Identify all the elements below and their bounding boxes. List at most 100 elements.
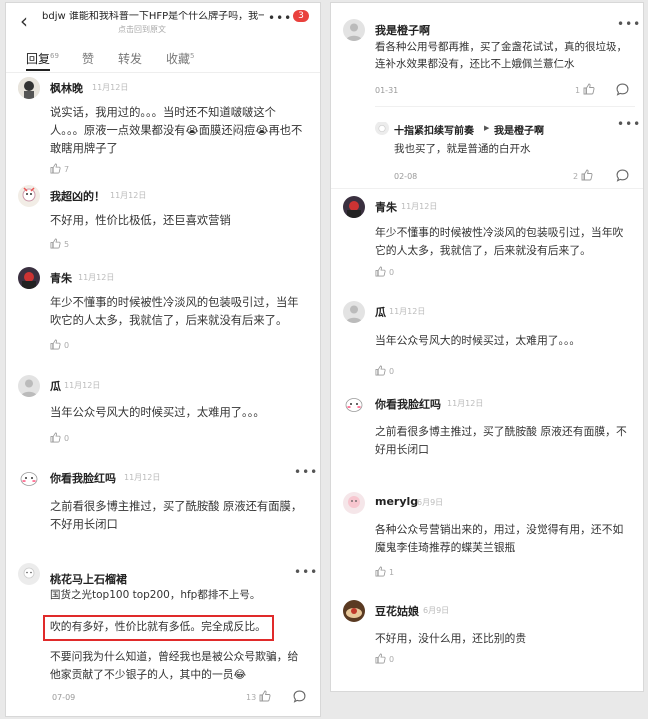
username[interactable]: merylg xyxy=(375,495,418,508)
username[interactable]: 你看我脸红吗 xyxy=(50,470,116,486)
avatar[interactable] xyxy=(18,467,40,489)
back-to-post-link[interactable]: 点击回到原文 xyxy=(118,24,166,35)
thumbs-up-icon xyxy=(375,266,386,277)
comment-text: 年少不懂事的时候被性冷淡风的包装吸引过，当年吹它的人太多，我就信了，后来就没有后… xyxy=(375,226,624,257)
username[interactable]: 豆花姑娘 xyxy=(375,603,419,619)
comment-date: 11月12日 xyxy=(401,202,438,211)
comment-date: 11月12日 xyxy=(78,273,115,282)
top-bar: ‹ bdjw 谁能和我科普一下HFP是个什么牌子吗，我一度... 点击回到原文 … xyxy=(6,3,320,41)
comment-date: 11月12日 xyxy=(389,307,426,316)
comment-bubble-icon[interactable] xyxy=(616,169,629,182)
notification-badge: 3 xyxy=(293,10,309,22)
username[interactable]: 枫林晚 xyxy=(50,80,83,96)
avatar[interactable] xyxy=(343,492,365,514)
reply-arrow-icon: ▶ xyxy=(484,124,490,132)
like-button[interactable]: 7 xyxy=(50,163,69,174)
avatar[interactable] xyxy=(18,77,40,99)
comment-date: 07-09 xyxy=(52,693,76,702)
avatar[interactable] xyxy=(18,375,40,397)
right-comment-screen: 我是橙子啊 ••• 看各种公用号都再推，买了金盏花试试，真的很垃圾，连补水效果都… xyxy=(331,3,643,691)
comment-date: 6月9日 xyxy=(417,498,444,507)
thumbs-up-icon xyxy=(50,339,61,350)
tab-reposts[interactable]: 转发 xyxy=(118,50,142,67)
tab-bar: 回复69 赞 转发 收藏5 xyxy=(6,44,320,73)
avatar[interactable] xyxy=(375,121,389,135)
thumbs-up-icon xyxy=(50,163,61,174)
username[interactable]: 瓜 xyxy=(375,304,386,320)
highlighted-text: 吹的有多好，性价比就有多低。完全成反比。 xyxy=(50,620,266,633)
avatar[interactable] xyxy=(18,185,40,207)
username[interactable]: 青朱 xyxy=(375,199,397,215)
comment-text-line: 不要问我为什么知道，曾经我也是被公众号欺骗，给他家贡献了不少银子的人，其中的一员… xyxy=(50,650,299,681)
thumbs-up-icon xyxy=(50,238,61,249)
more-dots-icon[interactable]: ••• xyxy=(294,565,318,579)
active-tab-indicator xyxy=(26,69,50,71)
left-comment-screen: ‹ bdjw 谁能和我科普一下HFP是个什么牌子吗，我一度... 点击回到原文 … xyxy=(6,3,320,716)
comment-text: 说实话，我用过的。。。当时还不知道啵啵这个人。。。原液一点效果都没有😭面膜还闷痘… xyxy=(50,106,303,155)
post-title[interactable]: bdjw 谁能和我科普一下HFP是个什么牌子吗，我一度... xyxy=(42,11,264,23)
thumbs-up-icon xyxy=(375,566,386,577)
avatar[interactable] xyxy=(343,393,365,415)
like-button[interactable]: 0 xyxy=(375,266,394,277)
username[interactable]: 青朱 xyxy=(50,270,72,286)
thumbs-up-icon xyxy=(259,690,271,702)
like-button[interactable]: 0 xyxy=(50,339,69,350)
comment-date: 11月12日 xyxy=(447,399,484,408)
more-dots-icon[interactable]: ••• xyxy=(294,465,318,479)
comment-date: 11月12日 xyxy=(124,473,161,482)
like-button[interactable]: 13 xyxy=(246,690,274,702)
comment-bubble-icon[interactable] xyxy=(293,690,306,703)
tab-favorites[interactable]: 收藏5 xyxy=(166,50,194,67)
like-button[interactable]: 0 xyxy=(50,432,69,443)
username[interactable]: 我是橙子啊 xyxy=(375,22,430,38)
divider xyxy=(375,106,635,107)
thumbs-up-icon xyxy=(375,365,386,376)
avatar[interactable] xyxy=(343,600,365,622)
avatar[interactable] xyxy=(343,19,365,41)
comment-date: 02-08 xyxy=(394,172,418,181)
tab-replies[interactable]: 回复69 xyxy=(26,50,59,67)
username[interactable]: 我超凶的！ xyxy=(50,188,105,204)
thumbs-up-icon xyxy=(583,83,595,95)
comment-text-line: 国货之光top100 top200，hfp都排不上号。 xyxy=(50,589,261,601)
like-button[interactable]: 2 xyxy=(573,169,596,181)
username[interactable]: 十指紧扣续写前奏 xyxy=(394,122,474,137)
comment-text: 我也买了，就是普通的白开水 xyxy=(394,143,531,155)
like-button[interactable]: 1 xyxy=(375,566,394,577)
comment-text: 当年公众号风大的时候买过，太难用了。。。 xyxy=(50,406,265,419)
comment-text: 各种公众号营销出来的，用过，没觉得有用，还不如魔鬼李佳琦推荐的蝶芙兰银瓶 xyxy=(375,523,624,554)
comment-text: 看各种公用号都再推，买了金盏花试试，真的很垃圾，连补水效果都没有，还比不上娥佩兰… xyxy=(375,41,627,70)
thumbs-up-icon xyxy=(581,169,593,181)
like-button[interactable]: 0 xyxy=(375,653,394,664)
like-button[interactable]: 5 xyxy=(50,238,69,249)
comment-date: 11月12日 xyxy=(64,381,101,390)
comment-date: 01-31 xyxy=(375,86,399,95)
comment-text: 之前看很多博主推过，买了酰胺酸 原液还有面膜，不好用长闭口 xyxy=(375,425,627,456)
more-dots-icon[interactable]: ••• xyxy=(617,117,641,131)
comment-bubble-icon[interactable] xyxy=(616,83,629,96)
like-button[interactable]: 1 xyxy=(575,83,598,95)
tab-likes[interactable]: 赞 xyxy=(82,50,94,67)
username[interactable]: 你看我脸红吗 xyxy=(375,396,441,412)
avatar[interactable] xyxy=(18,267,40,289)
back-arrow-icon[interactable]: ‹ xyxy=(20,11,28,31)
comment-text: 年少不懂事的时候被性冷淡风的包装吸引过，当年吹它的人太多，我就信了，后来就没有后… xyxy=(50,296,299,327)
comment-date: 11月12日 xyxy=(110,191,147,200)
comment-date: 6月9日 xyxy=(423,606,450,615)
thumbs-up-icon xyxy=(375,653,386,664)
avatar[interactable] xyxy=(343,196,365,218)
comment-text: 不好用，没什么用，还比别的贵 xyxy=(375,632,527,645)
thumbs-up-icon xyxy=(50,432,61,443)
username[interactable]: 瓜 xyxy=(50,378,61,394)
divider xyxy=(331,188,643,189)
username[interactable]: 桃花马上石榴裙 xyxy=(50,571,127,587)
avatar[interactable] xyxy=(343,301,365,323)
more-dots-icon[interactable]: ••• xyxy=(617,17,641,31)
reply-to-username[interactable]: 我是橙子啊 xyxy=(494,122,544,137)
comment-text: 当年公众号风大的时候买过，太难用了。。。 xyxy=(375,334,581,347)
more-dots-icon[interactable]: ••• xyxy=(268,11,292,25)
comment-text: 之前看很多博主推过，买了酰胺酸 原液还有面膜，不好用长闭口 xyxy=(50,500,303,531)
comment-text: 不好用，性价比极低，还巨喜欢营销 xyxy=(50,214,231,227)
avatar[interactable] xyxy=(18,563,40,585)
like-button[interactable]: 0 xyxy=(375,365,394,376)
